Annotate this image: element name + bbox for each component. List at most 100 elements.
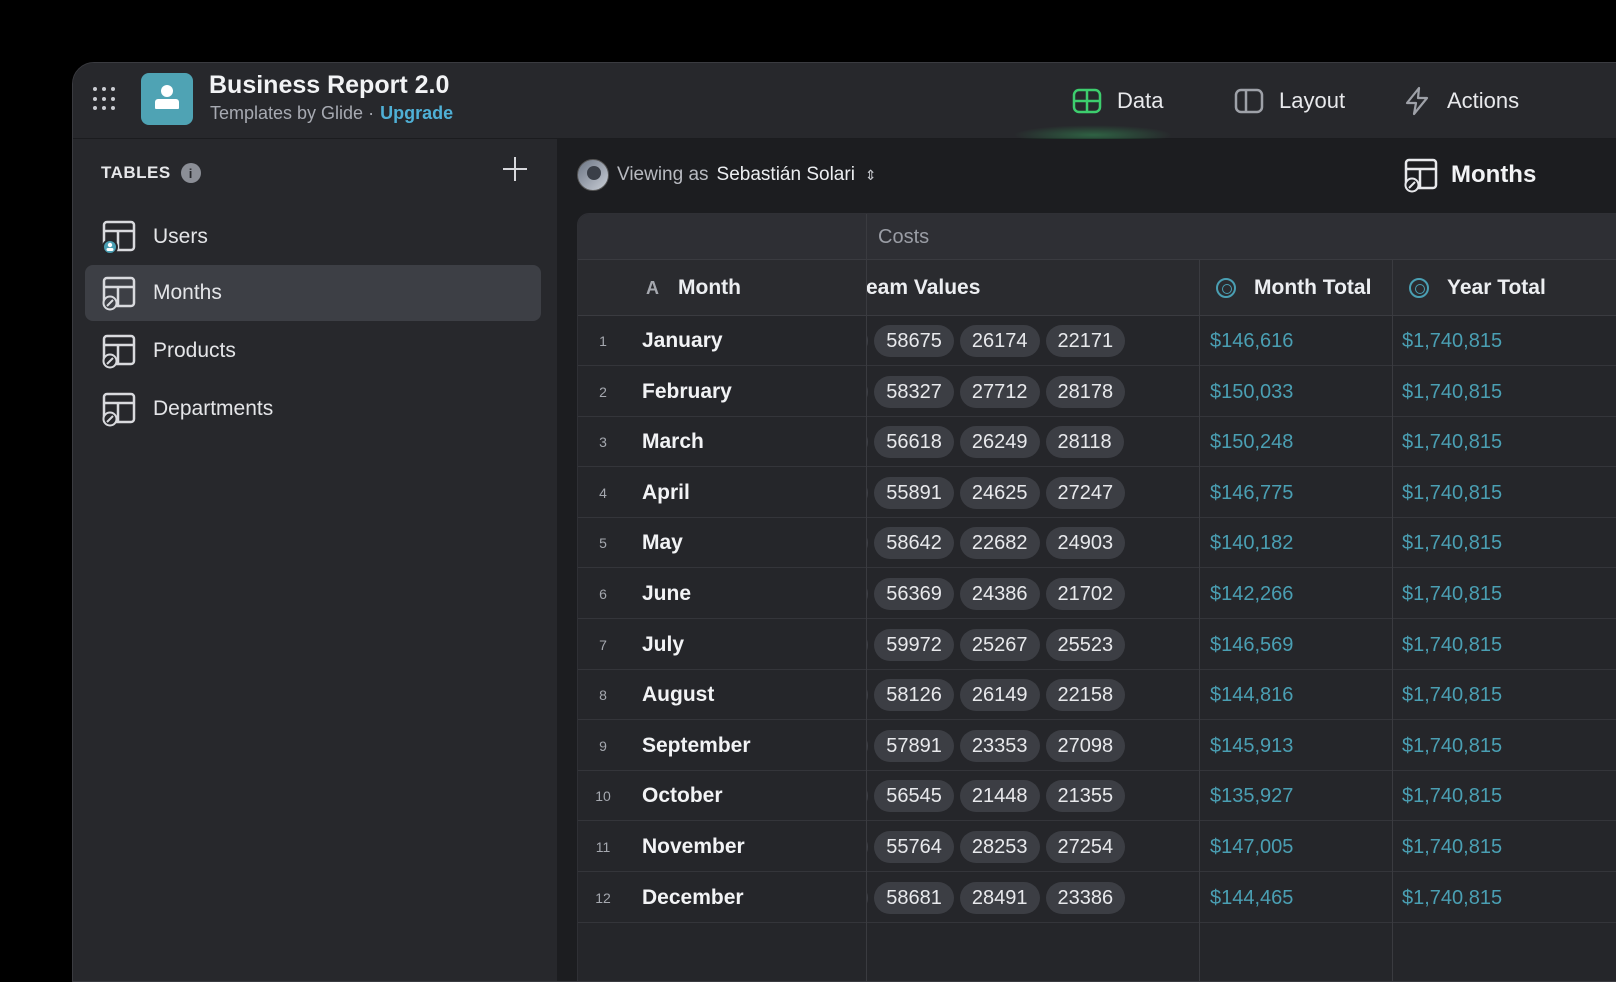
tab-actions[interactable]: Actions [1401,83,1519,119]
data-table-icon [1072,88,1102,114]
value-chip: 27254 [1045,831,1126,863]
value-chip: 58642 [874,527,954,560]
cell-month-total[interactable]: $146,569 [1210,620,1293,670]
cell-month[interactable]: June [642,569,691,619]
cell-month-total[interactable]: $146,616 [1210,316,1293,366]
column-header-year-total[interactable]: Year Total [1392,260,1616,316]
cell-month[interactable]: September [642,721,751,771]
cell-year-total[interactable]: $1,740,815 [1402,518,1502,568]
cell-month-total[interactable]: $150,248 [1210,417,1293,467]
table-row[interactable]: 5 May 55586422268224903$140,182 $1,740,815 [578,518,1616,569]
cell-team-values[interactable]: 34557642825327254 [866,822,1199,872]
value-chip: 58327 [874,375,954,408]
table-row[interactable]: 4 April 12558912462527247$146,775 $1,740,81… [578,468,1616,518]
value-chip: 27712 [959,375,1040,408]
tab-data[interactable]: Data [1071,83,1163,119]
column-header-team-values[interactable]: eam Values [866,260,1199,316]
value-chip: 28253 [959,831,1040,863]
table-row[interactable]: 10 October 79565452144821355$135,927 $1,740… [578,771,1616,822]
cell-year-total[interactable]: $1,740,815 [1402,771,1502,821]
tables-heading-text: TABLES [101,163,171,182]
cell-month-total[interactable]: $135,927 [1210,771,1293,821]
cell-month[interactable]: March [642,417,704,467]
sidebar-item-departments[interactable]: Departments [85,381,541,437]
cell-team-values[interactable]: 33581262614922158 [866,670,1199,720]
value-chip: 28491 [959,881,1040,914]
cell-year-total[interactable]: $1,740,815 [1402,569,1502,619]
cell-month[interactable]: December [642,873,744,923]
cell-month-total[interactable]: $142,266 [1210,569,1293,619]
table-row[interactable]: 8 August 33581262614922158$144,816 $1,740,8… [578,670,1616,721]
table-row[interactable]: 1 January 96586752617422171$146,616 $1,740,… [578,316,1616,366]
cell-month-total[interactable]: $145,913 [1210,721,1293,771]
value-chip: 21355 [1045,780,1126,813]
value-chip: 59972 [874,628,954,661]
row-number: 6 [599,586,607,602]
cell-month-total[interactable]: $144,816 [1210,670,1293,720]
cell-month-total[interactable]: $147,005 [1210,822,1293,872]
value-chip: 57891 [874,729,954,762]
column-header-month[interactable]: A Month [578,260,866,316]
value-chip: 23353 [959,729,1040,762]
table-row[interactable]: 3 March 63566182624928118$150,248 $1,740,81… [578,417,1616,468]
cell-team-values[interactable]: 07586812849123386 [866,873,1199,923]
add-table-plus-icon[interactable] [501,155,529,183]
cell-year-total[interactable]: $1,740,815 [1402,620,1502,670]
cell-month[interactable]: August [642,670,714,720]
value-chip: 26149 [959,679,1040,712]
cell-month-total[interactable]: $140,182 [1210,518,1293,568]
cell-month[interactable]: April [642,468,690,518]
column-header-month-total[interactable]: Month Total [1199,260,1392,316]
tab-layout[interactable]: Layout [1233,83,1345,119]
sidebar-item-users[interactable]: Users [85,209,541,265]
cell-year-total[interactable]: $1,740,815 [1402,316,1502,366]
value-chip: 58126 [874,679,954,712]
cell-month[interactable]: February [642,367,732,417]
sidebar-item-months[interactable]: Months [85,265,541,321]
cell-year-total[interactable]: $1,740,815 [1402,822,1502,872]
value-chip: 24625 [959,476,1040,509]
cell-team-values[interactable]: 79565452144821355 [866,771,1199,821]
cell-year-total[interactable]: $1,740,815 [1402,417,1502,467]
cell-month-total[interactable]: $146,775 [1210,468,1293,518]
cell-team-values[interactable]: 71578912335327098 [866,721,1199,771]
cell-month-total[interactable]: $150,033 [1210,367,1293,417]
table-row[interactable]: 6 June 09563692438621702$142,266 $1,740,815 [578,569,1616,619]
cell-month[interactable]: May [642,518,683,568]
value-chip: 21448 [959,780,1040,813]
cell-month-total[interactable]: $144,465 [1210,873,1293,923]
cell-month[interactable]: November [642,822,745,872]
table-row[interactable]: 9 September 71578912335327098$145,913 $1,74… [578,721,1616,771]
app-logo[interactable] [141,73,193,125]
value-chip: 56545 [874,780,954,813]
cell-year-total[interactable]: $1,740,815 [1402,721,1502,771]
column-header-label: Month Total [1254,276,1372,299]
apps-grid-icon[interactable] [93,87,117,111]
cell-year-total[interactable]: $1,740,815 [1402,670,1502,720]
cell-team-values[interactable]: 07599722526725523 [866,620,1199,670]
sidebar-item-label: Months [153,281,222,304]
cell-team-values[interactable]: 63566182624928118 [866,417,1199,467]
table-row[interactable]: 11 November 34557642825327254$147,005 $1,74… [578,822,1616,872]
cell-year-total[interactable]: $1,740,815 [1402,468,1502,518]
table-icon [101,333,137,369]
upgrade-link[interactable]: Upgrade [380,103,453,123]
table-row[interactable]: 7 July 07599722526725523$146,569 $1,740,815 [578,620,1616,670]
cell-team-values[interactable]: 96586752617422171 [866,316,1199,366]
cell-year-total[interactable]: $1,740,815 [1402,873,1502,923]
table-row[interactable]: 12 December 07586812849123386$144,465 $1,74… [578,873,1616,923]
sidebar-item-products[interactable]: Products [85,323,541,379]
cell-team-values[interactable]: 16583272771228178 [866,367,1199,417]
cell-year-total[interactable]: $1,740,815 [1402,367,1502,417]
info-icon[interactable]: i [180,163,201,183]
table-title-text: Months [1451,161,1537,188]
cell-team-values[interactable]: 55586422268224903 [866,518,1199,568]
cell-team-values[interactable]: 12558912462527247 [866,468,1199,518]
cell-month[interactable]: October [642,771,723,821]
cell-month[interactable]: January [642,316,723,366]
viewing-as-selector[interactable]: Viewing as Sebastián Solari ⇕ [577,159,877,191]
value-chip: 26249 [959,426,1040,459]
table-row[interactable]: 2 February 16583272771228178$150,033 $1,740… [578,367,1616,417]
cell-month[interactable]: July [642,620,684,670]
cell-team-values[interactable]: 09563692438621702 [866,569,1199,619]
